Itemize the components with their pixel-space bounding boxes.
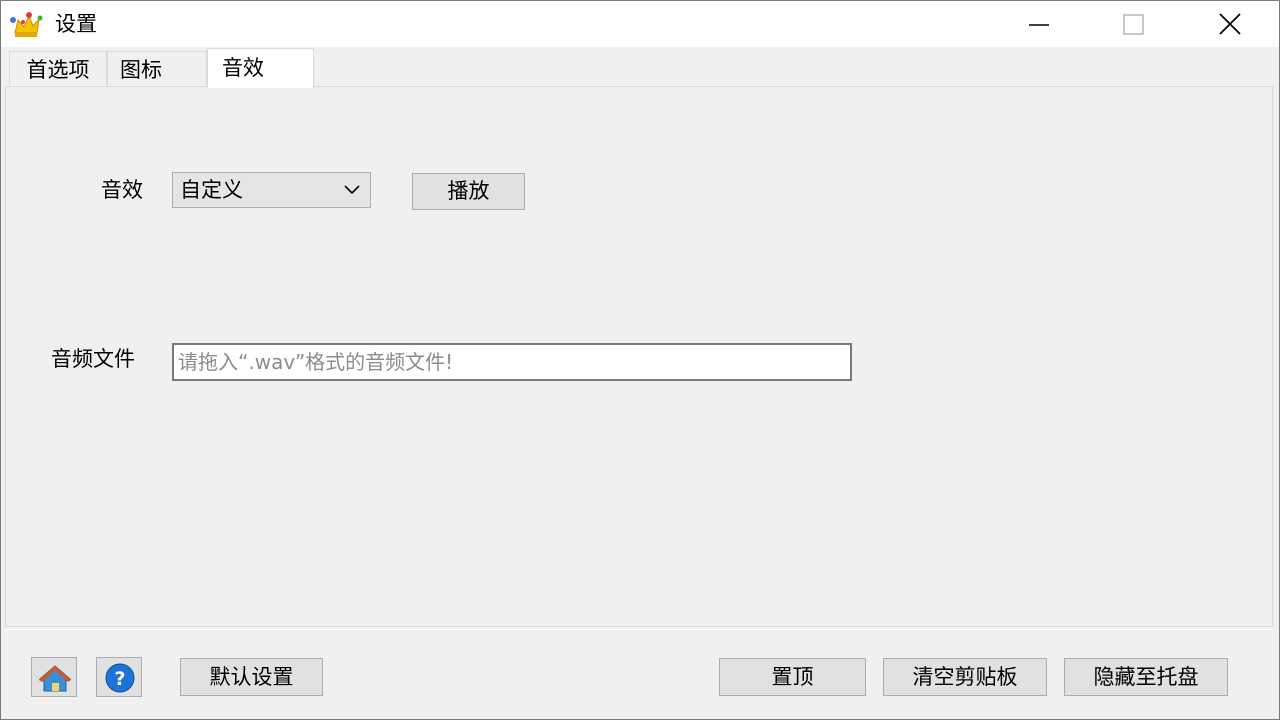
close-icon [1219,13,1241,35]
close-button[interactable] [1183,1,1277,47]
tab-icons[interactable]: 图标 [107,51,207,85]
help-button[interactable]: ? [96,657,142,697]
sound-select[interactable]: 自定义 [172,172,371,208]
sound-select-value: 自定义 [180,178,243,202]
hide-to-tray-button[interactable]: 隐藏至托盘 [1064,658,1228,696]
divider [5,629,1273,630]
play-button[interactable]: 播放 [412,173,525,210]
audio-file-input[interactable] [172,343,852,381]
tab-sound[interactable]: 音效 [207,48,314,88]
home-icon [38,665,72,692]
title-bar[interactable]: 设置 [1,1,1279,47]
svg-text:?: ? [114,668,125,690]
sound-label: 音效 [101,178,143,202]
settings-window: 设置 首选项 图标 音效 音效 自定义 播放 音频文件 请拖入“.wav”格式的… [0,0,1280,720]
tab-preferences[interactable]: 首选项 [9,51,107,85]
maximize-button[interactable] [1086,1,1180,47]
clear-clipboard-button[interactable]: 清空剪贴板 [883,658,1047,696]
home-button[interactable] [31,657,77,697]
maximize-icon [1123,14,1144,35]
help-icon: ? [105,663,135,693]
minimize-icon [1029,24,1049,26]
crown-icon [9,11,43,39]
default-settings-button[interactable]: 默认设置 [180,658,323,696]
minimize-button[interactable] [992,1,1086,47]
always-on-top-button[interactable]: 置顶 [719,658,866,696]
window-title: 设置 [55,12,97,36]
audio-file-label: 音频文件 [51,347,135,371]
chevron-down-icon [344,185,360,195]
